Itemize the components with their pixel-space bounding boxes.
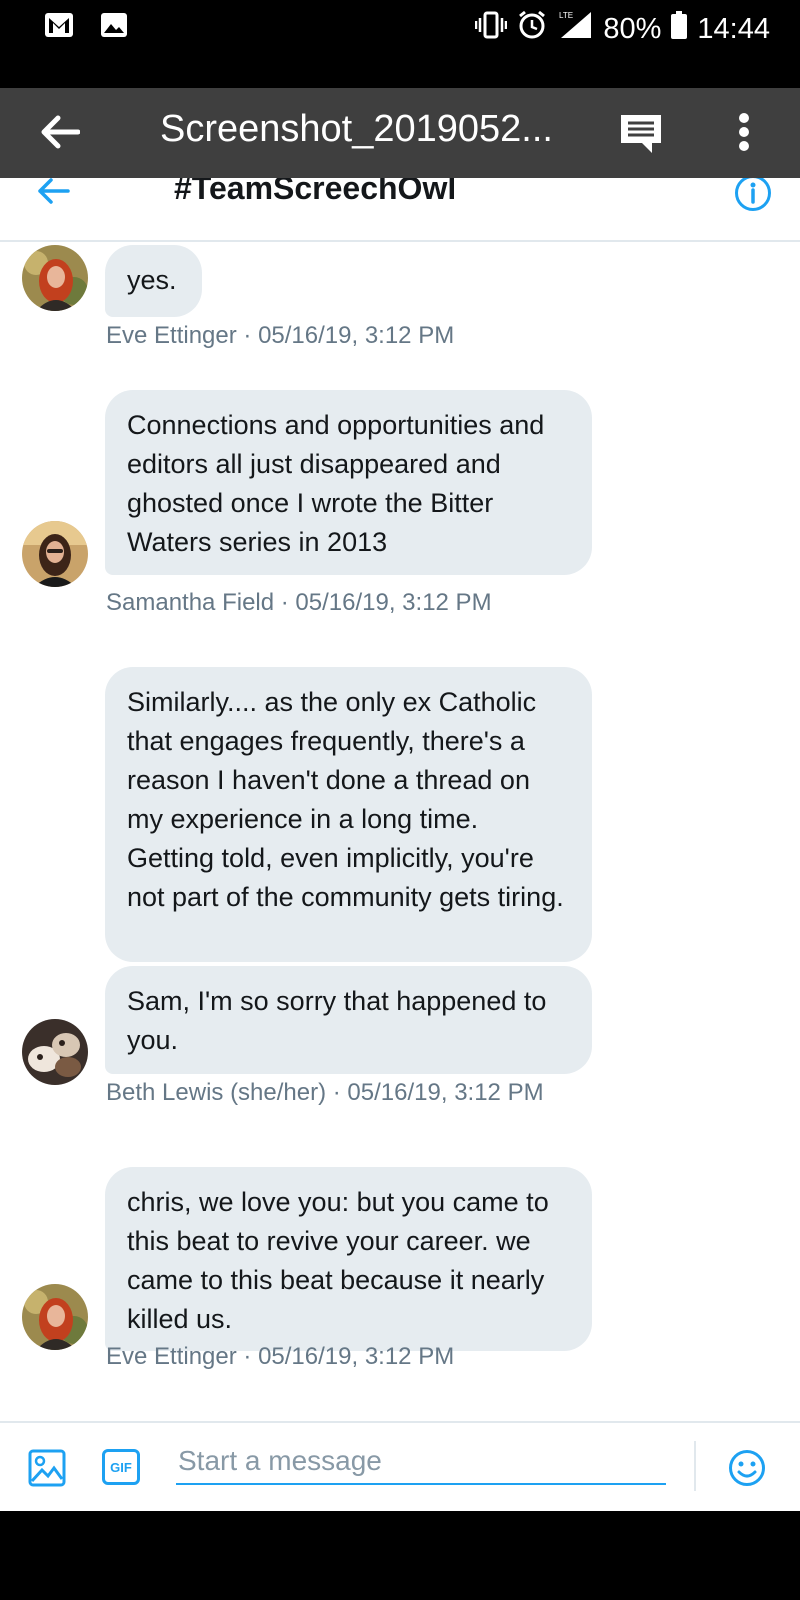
conversation-header: #TeamScreechOwl xyxy=(0,178,800,242)
alarm-icon xyxy=(517,10,547,48)
info-icon[interactable] xyxy=(734,178,772,217)
clock: 14:44 xyxy=(697,12,770,45)
battery-level: 80% xyxy=(603,12,662,45)
vibrate-icon xyxy=(475,10,508,48)
message-bubble[interactable]: chris, we love you: but you came to this… xyxy=(105,1167,592,1351)
divider xyxy=(694,1441,696,1491)
signal-icon: LTE xyxy=(557,10,593,48)
message-composer: GIF xyxy=(0,1421,800,1513)
message-input[interactable] xyxy=(176,1439,666,1485)
message-meta: Samantha Field · 05/16/19, 3:12 PM xyxy=(106,589,492,616)
image-notification-icon xyxy=(100,12,128,43)
battery-icon xyxy=(671,11,688,47)
gif-button[interactable]: GIF xyxy=(102,1449,140,1485)
more-options-icon[interactable] xyxy=(738,112,750,157)
gmail-icon xyxy=(44,12,74,43)
message-bubble[interactable]: Connections and opportunities and editor… xyxy=(105,390,592,575)
message-meta: Beth Lewis (she/her) · 05/16/19, 3:12 PM xyxy=(106,1079,544,1106)
image-upload-icon[interactable] xyxy=(28,1449,66,1492)
emoji-icon[interactable] xyxy=(728,1449,766,1492)
status-bar: LTE 80% 14:44 xyxy=(0,0,800,56)
avatar[interactable] xyxy=(22,521,88,587)
message-bubble[interactable]: Similarly.... as the only ex Catholic th… xyxy=(105,667,592,962)
message-bubble[interactable]: yes. xyxy=(105,245,202,317)
message-bubble[interactable]: Sam, I'm so sorry that happened to you. xyxy=(105,966,592,1074)
avatar[interactable] xyxy=(22,1284,88,1350)
conversation-title: #TeamScreechOwl xyxy=(174,178,457,206)
message-meta: Eve Ettinger · 05/16/19, 3:12 PM xyxy=(106,322,455,349)
comment-icon[interactable] xyxy=(618,112,664,161)
back-icon[interactable] xyxy=(36,178,70,211)
message-meta: Eve Ettinger · 05/16/19, 3:12 PM xyxy=(106,1343,455,1370)
svg-text:LTE: LTE xyxy=(559,11,573,20)
avatar[interactable] xyxy=(22,245,88,311)
system-nav-bar xyxy=(0,1511,800,1600)
viewer-toolbar: Screenshot_2019052... xyxy=(0,88,800,178)
back-arrow-icon[interactable] xyxy=(40,114,81,155)
dm-conversation: #TeamScreechOwl yes. Eve Ettinger · 05/1… xyxy=(0,178,800,1511)
avatar[interactable] xyxy=(22,1019,88,1085)
viewer-title: Screenshot_2019052... xyxy=(160,108,553,150)
